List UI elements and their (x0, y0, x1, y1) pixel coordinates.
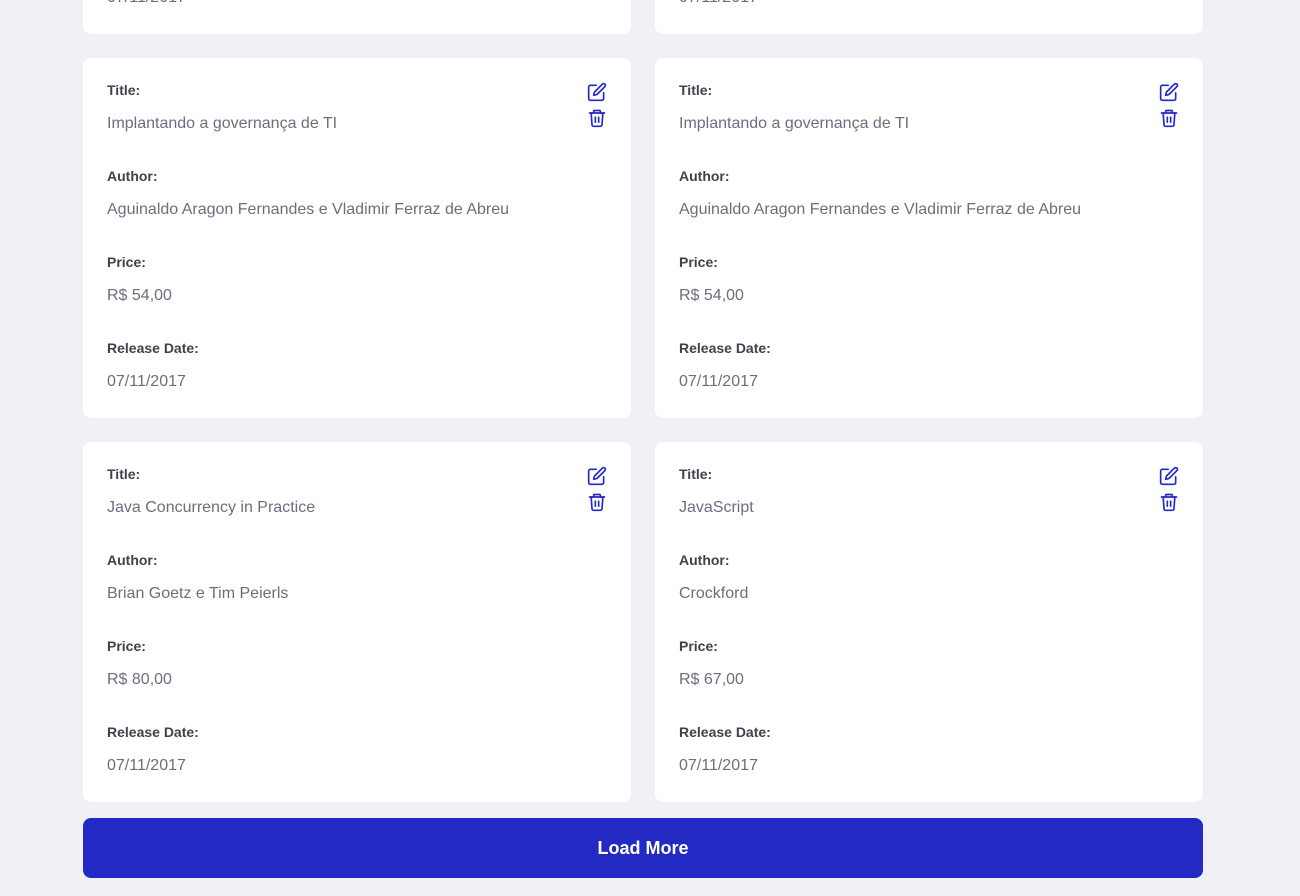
author-value: Crockford (679, 585, 749, 602)
trash-icon (1160, 109, 1178, 128)
edit-icon (587, 466, 607, 486)
release-date-value: 07/11/2017 (107, 373, 186, 390)
card-actions (1159, 82, 1179, 128)
edit-icon (1159, 82, 1179, 102)
book-card: Title: Implantando a governança de TI Au… (83, 58, 631, 418)
price-label: Price: (107, 254, 146, 270)
book-card: Title: Implantando a governança de TI Au… (655, 58, 1203, 418)
release-date-label: Release Date: (107, 724, 199, 740)
edit-button[interactable] (1159, 82, 1179, 102)
release-date-field: Release Date: 07/11/2017 (679, 724, 1179, 810)
price-field: Price: R$ 67,00 (679, 638, 1179, 724)
delete-button[interactable] (1159, 492, 1179, 512)
load-more-button[interactable]: Load More (83, 818, 1203, 878)
release-date-value: 07/11/2017 (679, 0, 1179, 8)
author-value: Aguinaldo Aragon Fernandes e Vladimir Fe… (679, 201, 1082, 218)
price-label: Price: (107, 638, 146, 654)
release-date-label: Release Date: (679, 340, 771, 356)
release-date-value: 07/11/2017 (107, 757, 186, 774)
book-card: Title: JavaScript Author: Crockford Pric… (655, 442, 1203, 802)
release-date-value: 07/11/2017 (107, 0, 607, 8)
book-list-page: Title: Author: Price: Release Date: 07/1… (0, 0, 1300, 896)
book-card: Title: Author: Price: Release Date: 07/1… (83, 0, 631, 34)
price-label: Price: (679, 254, 718, 270)
delete-button[interactable] (587, 492, 607, 512)
title-field: Title: Implantando a governança de TI (107, 82, 607, 168)
edit-button[interactable] (587, 466, 607, 486)
author-value: Aguinaldo Aragon Fernandes e Vladimir Fe… (107, 201, 510, 218)
price-field: Price: R$ 80,00 (107, 638, 607, 724)
trash-icon (1160, 493, 1178, 512)
delete-button[interactable] (587, 108, 607, 128)
price-field: Price: R$ 54,00 (679, 254, 1179, 340)
title-label: Title: (107, 466, 141, 482)
title-value: Java Concurrency in Practice (107, 499, 316, 516)
author-field: Author: Brian Goetz e Tim Peierls (107, 552, 607, 638)
title-value: Implantando a governança de TI (679, 115, 910, 132)
release-date-field: Release Date: 07/11/2017 (107, 0, 607, 42)
release-date-label: Release Date: (107, 340, 199, 356)
title-field: Title: JavaScript (679, 466, 1179, 552)
release-date-field: Release Date: 07/11/2017 (679, 0, 1179, 42)
release-date-value: 07/11/2017 (679, 757, 758, 774)
title-value: JavaScript (679, 499, 754, 516)
title-label: Title: (107, 82, 141, 98)
price-field: Price: R$ 54,00 (107, 254, 607, 340)
price-label: Price: (679, 638, 718, 654)
price-value: R$ 80,00 (107, 671, 172, 688)
release-date-field: Release Date: 07/11/2017 (107, 724, 607, 810)
author-field: Author: Aguinaldo Aragon Fernandes e Vla… (107, 168, 607, 254)
release-date-label: Release Date: (679, 724, 771, 740)
delete-button[interactable] (1159, 108, 1179, 128)
price-value: R$ 67,00 (679, 671, 744, 688)
card-actions (1159, 466, 1179, 512)
price-value: R$ 54,00 (107, 287, 172, 304)
author-label: Author: (107, 168, 158, 184)
edit-icon (587, 82, 607, 102)
author-value: Brian Goetz e Tim Peierls (107, 585, 289, 602)
edit-button[interactable] (587, 82, 607, 102)
card-actions (587, 82, 607, 128)
trash-icon (588, 493, 606, 512)
price-value: R$ 54,00 (679, 287, 744, 304)
release-date-field: Release Date: 07/11/2017 (107, 340, 607, 426)
author-label: Author: (107, 552, 158, 568)
title-field: Title: Java Concurrency in Practice (107, 466, 607, 552)
release-date-field: Release Date: 07/11/2017 (679, 340, 1179, 426)
author-field: Author: Crockford (679, 552, 1179, 638)
author-field: Author: Aguinaldo Aragon Fernandes e Vla… (679, 168, 1179, 254)
author-label: Author: (679, 552, 730, 568)
title-field: Title: Implantando a governança de TI (679, 82, 1179, 168)
release-date-value: 07/11/2017 (679, 373, 758, 390)
card-actions (587, 466, 607, 512)
book-card: Title: Author: Price: Release Date: 07/1… (655, 0, 1203, 34)
title-label: Title: (679, 82, 713, 98)
title-label: Title: (679, 466, 713, 482)
author-label: Author: (679, 168, 730, 184)
trash-icon (588, 109, 606, 128)
edit-icon (1159, 466, 1179, 486)
book-card: Title: Java Concurrency in Practice Auth… (83, 442, 631, 802)
edit-button[interactable] (1159, 466, 1179, 486)
title-value: Implantando a governança de TI (107, 115, 338, 132)
book-grid: Title: Author: Price: Release Date: 07/1… (83, 0, 1203, 802)
